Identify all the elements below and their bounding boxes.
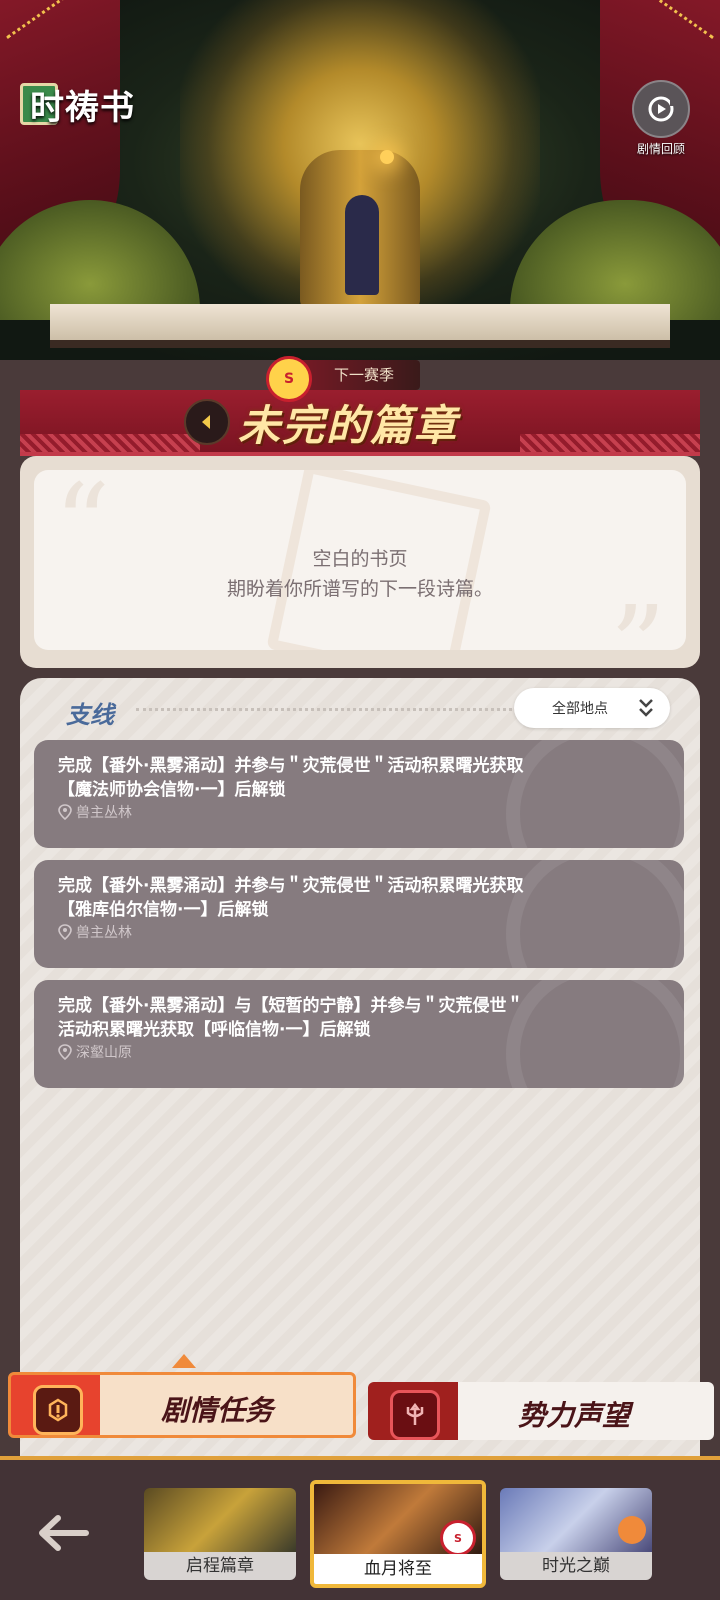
location-pin-icon — [58, 1044, 72, 1060]
chapter-name: 血月将至 — [314, 1554, 482, 1584]
quest-requirement: 完成【番外·黑雾涌动】并参与＂灾荒侵世＂活动积累曙光获取【雅库伯尔信物·一】后解… — [58, 876, 524, 920]
double-chevron-down-icon — [639, 699, 653, 717]
quest-location: 深壑山原 — [58, 1042, 132, 1062]
banner-pattern-right — [520, 434, 700, 452]
chevron-left-icon — [202, 415, 210, 429]
recap-label: 剧情回顾 — [636, 142, 685, 156]
tab-story-label: 剧情任务 — [161, 1394, 274, 1427]
tab-reputation[interactable]: 势力声望 — [368, 1382, 714, 1440]
quest-card[interactable]: 完成【番外·黑雾涌动】与【短暂的宁静】并参与＂灾荒侵世＂活动积累曙光获取【呼临信… — [34, 980, 684, 1088]
open-book — [50, 304, 670, 348]
location-filter-dropdown[interactable]: 全部地点 — [514, 688, 670, 728]
location-pin-icon — [58, 924, 72, 940]
active-tab-pointer — [172, 1354, 196, 1368]
season-badge-icon: S — [440, 1520, 476, 1556]
chapter-badge-icon — [618, 1516, 646, 1544]
bottom-chapter-bar: 启程篇章 S 血月将至 时光之巅 — [0, 1456, 720, 1600]
side-quest-title: 支线 — [66, 700, 114, 729]
quest-requirement: 完成【番外·黑雾涌动】与【短暂的宁静】并参与＂灾荒侵世＂活动积累曙光获取【呼临信… — [58, 996, 524, 1040]
quest-card[interactable]: 完成【番外·黑雾涌动】并参与＂灾荒侵世＂活动积累曙光获取【雅库伯尔信物·一】后解… — [34, 860, 684, 968]
app-logo: 时祷书 — [20, 82, 135, 128]
side-quest-panel[interactable]: 支线 全部地点 完成【番外·黑雾涌动】并参与＂灾荒侵世＂活动积累曙光获取【魔法师… — [20, 678, 700, 1468]
hero-illustration: 时祷书 剧情回顾 — [0, 0, 720, 360]
blank-page-title: 空白的书页 — [312, 548, 408, 570]
tab-story-quests[interactable]: 剧情任务 — [8, 1372, 356, 1438]
story-quest-icon — [33, 1385, 83, 1435]
story-recap-button[interactable]: 剧情回顾 — [628, 80, 694, 157]
chapter-back-button[interactable] — [184, 399, 230, 445]
trident-icon — [390, 1390, 440, 1440]
chapter-thumbnail — [144, 1488, 296, 1552]
quest-location: 兽主丛林 — [58, 802, 132, 822]
torch-icon — [380, 150, 394, 164]
quest-card[interactable]: 完成【番外·黑雾涌动】并参与＂灾荒侵世＂活动积累曙光获取【魔法师协会信物·一】后… — [34, 740, 684, 848]
chapter-card-selected[interactable]: S 血月将至 — [310, 1480, 486, 1588]
tab-reputation-label: 势力声望 — [518, 1399, 631, 1432]
lock-watermark-icon — [506, 740, 684, 848]
bush-left — [0, 200, 200, 320]
chapter-name: 启程篇章 — [144, 1552, 296, 1580]
title-divider — [136, 708, 536, 711]
banner-pattern-left — [20, 434, 200, 452]
bush-right — [510, 200, 720, 320]
back-arrow-icon[interactable] — [34, 1510, 90, 1556]
logo-text: 时祷书 — [30, 87, 135, 128]
quest-requirement: 完成【番外·黑雾涌动】并参与＂灾荒侵世＂活动积累曙光获取【魔法师协会信物·一】后… — [58, 756, 524, 800]
quest-location-label: 兽主丛林 — [76, 925, 132, 941]
location-pin-icon — [58, 804, 72, 820]
blank-page-subtitle: 期盼着你所谱写的下一段诗篇。 — [226, 578, 493, 600]
chapter-name: 时光之巅 — [500, 1552, 652, 1580]
quest-location: 兽主丛林 — [58, 922, 132, 942]
blank-page-inner: “ ” 空白的书页 期盼着你所谱写的下一段诗篇。 — [34, 470, 686, 650]
screen: 时祷书 剧情回顾 下一赛季 S 未完的篇章 “ ” 空白的书页 期盼着你所谱写的… — [0, 0, 720, 1600]
quest-location-label: 深壑山原 — [76, 1045, 132, 1061]
lock-watermark-icon — [506, 980, 684, 1088]
quest-location-label: 兽主丛林 — [76, 805, 132, 821]
chapter-card[interactable]: 时光之巅 — [500, 1488, 652, 1580]
replay-icon — [632, 80, 690, 138]
chapter-card[interactable]: 启程篇章 — [144, 1488, 296, 1580]
blank-page-card: “ ” 空白的书页 期盼着你所谱写的下一段诗篇。 — [20, 456, 700, 668]
filter-label: 全部地点 — [552, 701, 608, 717]
hooded-figure — [345, 195, 379, 295]
chapter-title: 未完的篇章 — [238, 401, 459, 450]
lock-watermark-icon — [506, 860, 684, 968]
